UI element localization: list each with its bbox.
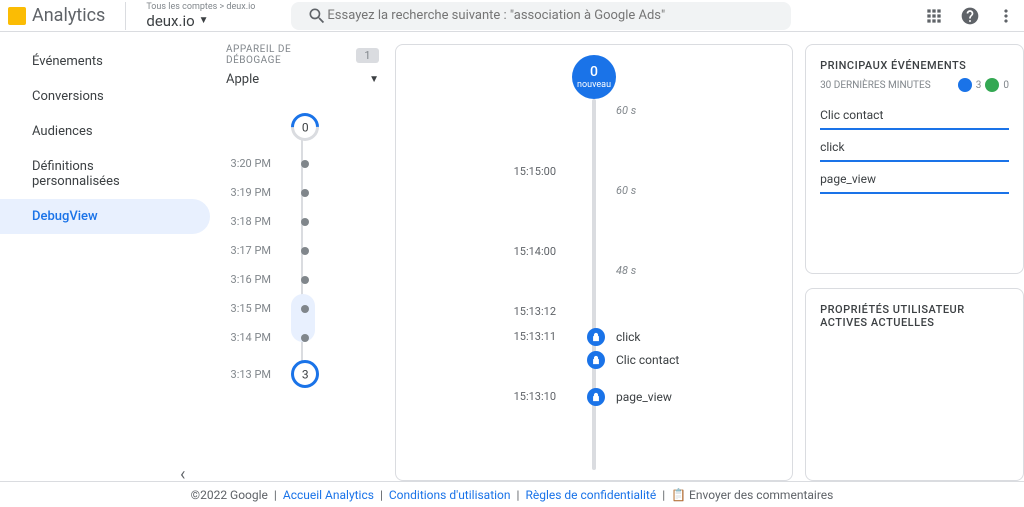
top-events-title: PRINCIPAUX ÉVÉNEMENTS [820, 59, 1009, 72]
minute-time: 3:13 PM [226, 368, 271, 381]
sidebar-item-debugview[interactable]: DebugView [0, 199, 210, 234]
minute-head-bubble[interactable]: 0 [285, 107, 325, 147]
minute-dot [301, 305, 309, 313]
feedback-link[interactable]: 📋 Envoyer des commentaires [671, 488, 833, 502]
top-events-subtitle: 30 DERNIÈRES MINUTES 3 0 [820, 78, 1009, 92]
caret-down-icon: ▼ [199, 15, 209, 26]
analytics-icon [8, 7, 26, 25]
sec-time-label: 15:14:00 [396, 245, 576, 258]
minute-count-bubble[interactable]: 3 [285, 354, 325, 394]
event-icon [587, 351, 605, 369]
minute-row[interactable]: 3:13 PM3 [226, 360, 379, 388]
sec-time-label: 15:13:10 [396, 390, 576, 403]
minute-dot [301, 247, 309, 255]
account-name: deux.io ▼ [146, 12, 255, 30]
sec-time-label: 15:13:11 [396, 330, 576, 343]
account-selector[interactable]: Tous les comptes > deux.io deux.io ▼ [125, 2, 275, 30]
top-event-item[interactable]: page_view [820, 166, 1009, 194]
seconds-row: 15:15:00 [396, 165, 792, 178]
search-bar[interactable] [291, 2, 791, 30]
event-label: Clic contact [616, 353, 679, 367]
minute-row[interactable]: 3:14 PM [226, 331, 379, 344]
sidebar-item-audiences[interactable]: Audiences [0, 114, 210, 149]
user-properties-card: PROPRIÉTÉS UTILISATEUR ACTIVES ACTUELLES [805, 288, 1024, 481]
logo-text: Analytics [32, 5, 105, 26]
event-icon [587, 328, 605, 346]
sec-time-label: 15:15:00 [396, 165, 576, 178]
footer-link-home[interactable]: Accueil Analytics [283, 488, 374, 502]
sidebar-item-événements[interactable]: Événements [0, 44, 210, 79]
account-path: Tous les comptes > deux.io [146, 2, 255, 12]
minute-time: 3:14 PM [226, 331, 271, 344]
seconds-stream-card: 0 nouveau 60 s 15:15:00 60 s 15:14:00 48 s 15… [395, 44, 793, 481]
minute-time: 3:16 PM [226, 273, 271, 286]
collapse-sidebar-button[interactable]: ‹ [180, 464, 185, 485]
debug-device-label: APPAREIL DE DÉBOGAGE 1 [226, 44, 379, 66]
conversion-icon [985, 78, 999, 92]
minute-time: 3:17 PM [226, 244, 271, 257]
seconds-head-bubble: 0 nouveau [572, 55, 616, 99]
copyright: ©2022 Google [191, 488, 268, 502]
minute-dot [301, 189, 309, 197]
user-event-icon [958, 78, 972, 92]
minute-dot [301, 334, 309, 342]
sec-duration-label: 60 s [616, 184, 636, 197]
footer: ‹ ©2022 Google | Accueil Analytics | Con… [0, 481, 1024, 507]
top-events-card: PRINCIPAUX ÉVÉNEMENTS 30 DERNIÈRES MINUT… [805, 44, 1024, 274]
minute-dot [301, 276, 309, 284]
top-event-item[interactable]: click [820, 134, 1009, 162]
minute-dot [301, 218, 309, 226]
minutes-timeline: APPAREIL DE DÉBOGAGE 1 Apple▼ 0 3:20 PM 3:… [210, 32, 395, 481]
seconds-row: 15:13:12 [396, 305, 792, 318]
seconds-row[interactable]: 15:13:11 click [396, 330, 792, 343]
sec-duration-label: 48 s [616, 264, 636, 277]
minute-row[interactable]: 3:20 PM [226, 157, 379, 170]
search-icon [307, 6, 327, 26]
apps-icon[interactable] [924, 6, 944, 26]
event-icon [587, 388, 605, 406]
minute-time: 3:18 PM [226, 215, 271, 228]
top-event-item[interactable]: Clic contact [820, 102, 1009, 130]
seconds-row[interactable]: 15:13:10 page_view [396, 390, 792, 403]
footer-link-terms[interactable]: Conditions d'utilisation [389, 488, 511, 502]
seconds-row: 15:14:00 [396, 245, 792, 258]
minute-time: 3:15 PM [226, 302, 271, 315]
sec-duration-label: 60 s [616, 104, 636, 117]
search-input[interactable] [327, 8, 775, 23]
help-icon[interactable] [960, 6, 980, 26]
minute-time: 3:20 PM [226, 157, 271, 170]
caret-down-icon: ▼ [369, 74, 379, 85]
minute-row[interactable]: 3:18 PM [226, 215, 379, 228]
sidebar-item-conversions[interactable]: Conversions [0, 79, 210, 114]
footer-link-privacy[interactable]: Règles de confidentialité [525, 488, 656, 502]
minute-row[interactable]: 3:15 PM [226, 302, 379, 315]
minute-row[interactable]: 3:16 PM [226, 273, 379, 286]
more-vert-icon[interactable] [996, 6, 1016, 26]
user-props-title: PROPRIÉTÉS UTILISATEUR ACTIVES ACTUELLES [820, 303, 1009, 329]
analytics-logo[interactable]: Analytics [8, 5, 125, 26]
minute-time: 3:19 PM [226, 186, 271, 199]
sidebar-item-définitions-personnalisées[interactable]: Définitions personnalisées [0, 149, 210, 199]
sidebar: ÉvénementsConversionsAudiencesDéfinition… [0, 32, 210, 481]
minute-row[interactable]: 3:19 PM [226, 186, 379, 199]
event-label: page_view [616, 390, 672, 404]
minute-row[interactable]: 3:17 PM [226, 244, 379, 257]
minute-dot [301, 160, 309, 168]
device-selector[interactable]: Apple▼ [226, 72, 379, 93]
sec-time-label: 15:13:12 [396, 305, 576, 318]
event-label: click [616, 330, 640, 344]
device-count-badge: 1 [356, 48, 379, 63]
